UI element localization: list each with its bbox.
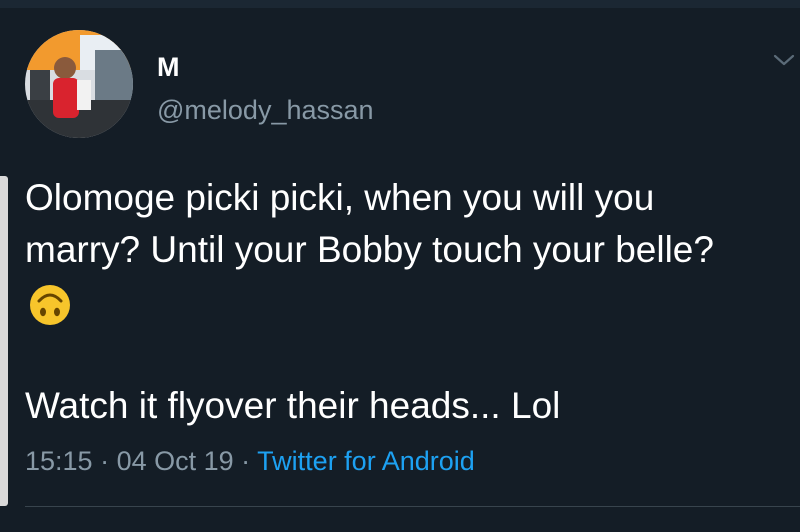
avatar[interactable] xyxy=(25,30,133,138)
author-handle[interactable]: @melody_hassan xyxy=(157,95,374,126)
top-strip xyxy=(0,0,800,8)
tweet-text-line: marry? Until your Bobby touch your belle… xyxy=(25,229,714,270)
scrollbar[interactable] xyxy=(0,176,8,506)
meta-separator: · xyxy=(233,446,258,476)
avatar-photo xyxy=(25,30,133,138)
tweet-time[interactable]: 15:15 xyxy=(25,446,93,476)
tweet-text-line: Olomoge picki picki, when you will you xyxy=(25,177,655,218)
author-display-name[interactable]: M xyxy=(157,52,180,83)
divider xyxy=(25,506,800,507)
upside-down-face-icon xyxy=(30,285,70,325)
tweet-source-link[interactable]: Twitter for Android xyxy=(257,446,475,476)
tweet-date[interactable]: 04 Oct 19 xyxy=(117,446,234,476)
meta-separator: · xyxy=(92,446,117,476)
tweet-meta: 15:15 · 04 Oct 19 · Twitter for Android xyxy=(25,446,475,477)
tweet-text-second-paragraph: Watch it flyover their heads... Lol xyxy=(25,385,561,426)
chevron-down-icon[interactable] xyxy=(772,52,796,68)
tweet-text: Olomoge picki picki, when you will you m… xyxy=(25,172,795,276)
